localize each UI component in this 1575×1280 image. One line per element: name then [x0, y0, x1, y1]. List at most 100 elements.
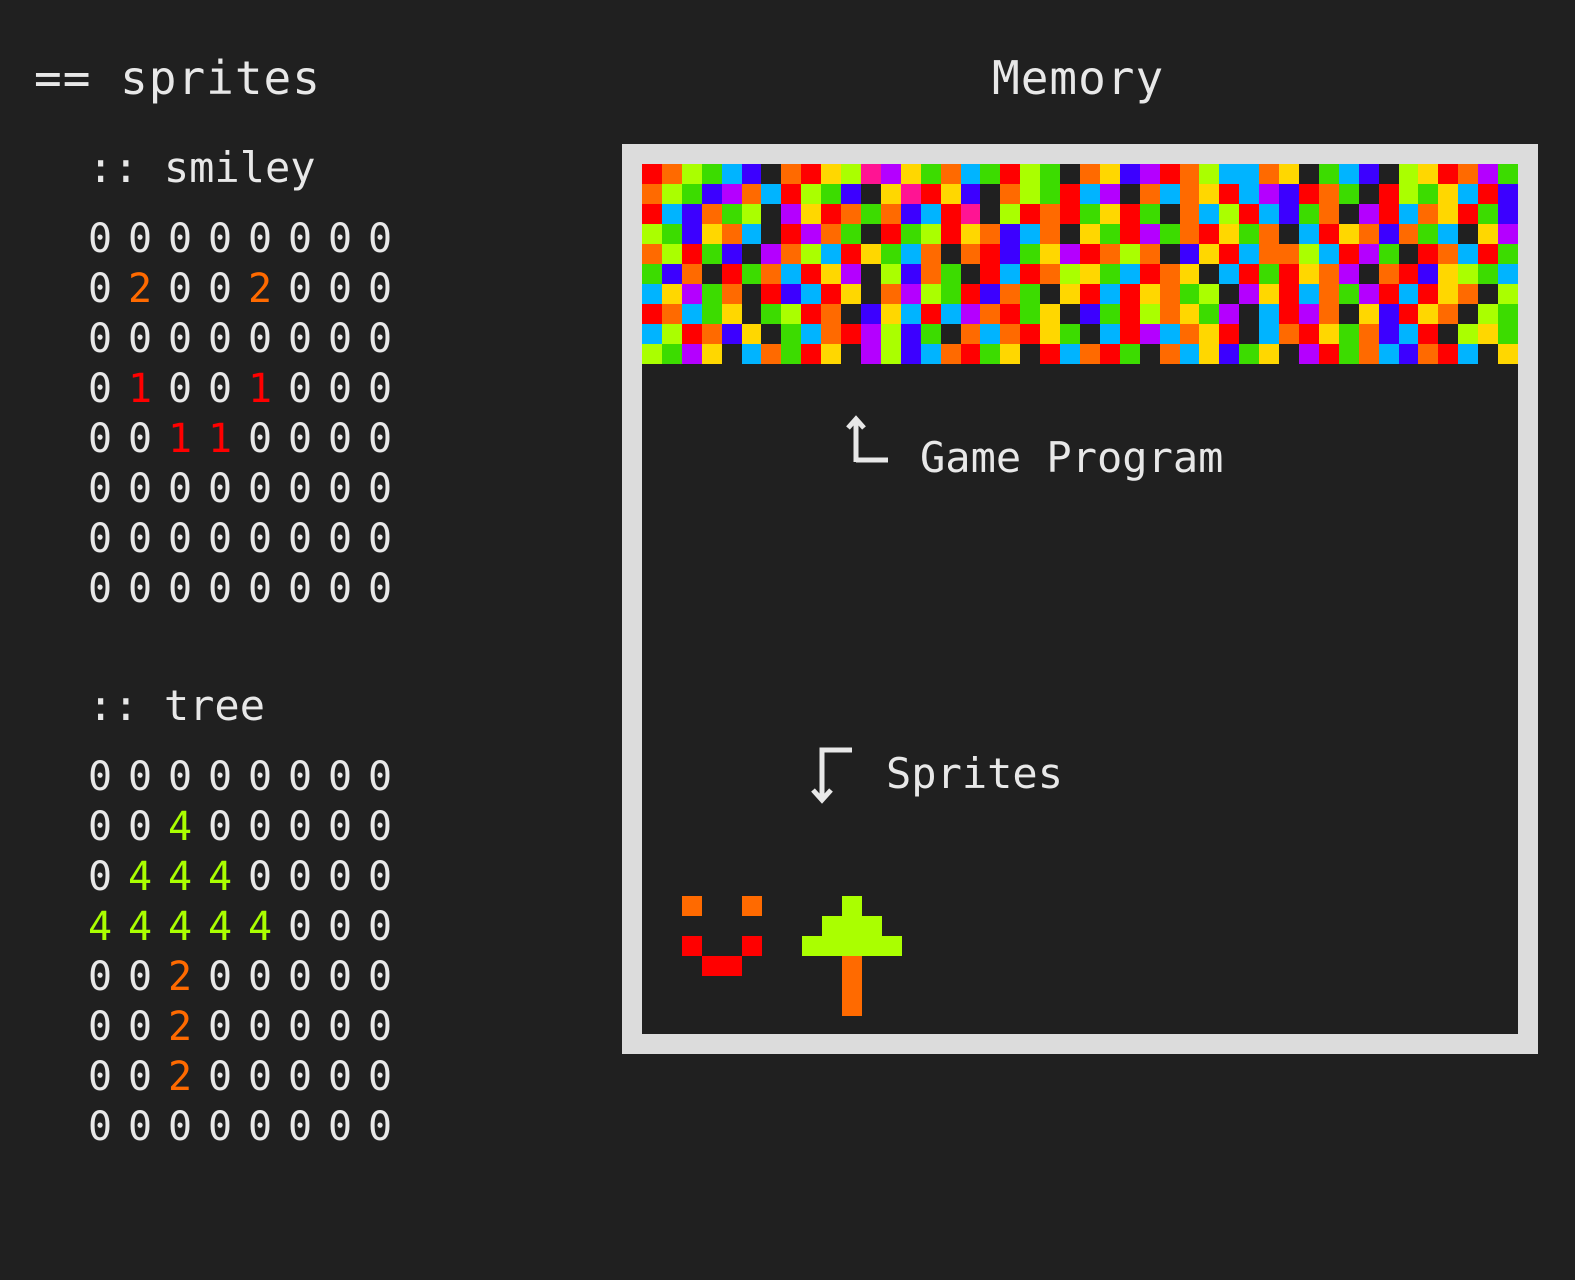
memory-cell — [1378, 164, 1399, 184]
memory-cell — [1279, 244, 1299, 264]
memory-cell — [721, 264, 742, 284]
sprite-cell: 0 — [368, 316, 393, 362]
memory-cell — [1239, 184, 1260, 204]
memory-cell — [1020, 164, 1041, 184]
memory-cell — [1298, 224, 1319, 244]
memory-cell — [1119, 164, 1140, 184]
sprite-pixel — [662, 936, 682, 956]
memory-cell — [880, 164, 901, 184]
memory-cell — [1398, 224, 1419, 244]
sprite-cell: 0 — [128, 1054, 153, 1100]
sprite-cell: 0 — [288, 516, 313, 562]
sprite-cell: 0 — [88, 566, 113, 612]
sprite-cell: 0 — [248, 466, 273, 512]
memory-cell — [900, 344, 921, 364]
memory-cell — [781, 304, 802, 324]
memory-cell — [960, 344, 981, 364]
memory-cell — [1478, 164, 1499, 184]
memory-cell — [661, 184, 682, 204]
memory-cell — [1398, 324, 1419, 344]
memory-cell — [1060, 264, 1080, 284]
memory-cell — [980, 264, 1001, 284]
memory-cell — [1159, 244, 1180, 264]
memory-cell — [1079, 284, 1100, 304]
memory-cell — [940, 224, 961, 244]
sprite-cell: 0 — [328, 904, 353, 950]
sprite-definition-tree: :: tree 00000000004000000444000044444000… — [88, 680, 408, 1152]
memory-cell — [721, 324, 742, 344]
memory-cell — [960, 164, 981, 184]
memory-cell — [1378, 184, 1399, 204]
memory-cell — [960, 264, 981, 284]
memory-cell — [940, 264, 961, 284]
memory-cell — [1298, 184, 1319, 204]
memory-cell — [821, 344, 842, 364]
memory-cell — [1079, 324, 1100, 344]
memory-cell — [1079, 204, 1100, 224]
memory-cell — [1259, 284, 1280, 304]
memory-cell — [1040, 264, 1061, 284]
memory-cell — [781, 284, 802, 304]
memory-cell — [1079, 184, 1100, 204]
memory-cell — [940, 324, 961, 344]
sprite-pixel — [702, 896, 722, 916]
sprite-cell: 0 — [128, 954, 153, 1000]
memory-cell — [642, 244, 662, 264]
memory-cell — [642, 304, 662, 324]
memory-title: Memory — [992, 51, 1165, 105]
memory-cell — [1000, 184, 1021, 204]
sprite-cell: 0 — [128, 566, 153, 612]
memory-cell — [701, 284, 722, 304]
memory-cell — [1239, 224, 1260, 244]
memory-cell — [960, 244, 981, 264]
memory-cell — [642, 324, 662, 344]
memory-cell — [1000, 204, 1021, 224]
memory-cell — [1458, 224, 1479, 244]
memory-cell — [920, 224, 941, 244]
memory-cell — [841, 324, 861, 344]
sprite-cell: 0 — [208, 216, 233, 262]
memory-cell — [1259, 224, 1280, 244]
memory-cell — [1358, 224, 1379, 244]
memory-cell — [681, 184, 702, 204]
memory-cell — [1079, 164, 1100, 184]
sprite-cell: 1 — [128, 366, 153, 412]
sprite-pixel — [882, 976, 902, 996]
memory-cell — [1079, 244, 1100, 264]
sprite-cell: 0 — [168, 316, 193, 362]
sprite-cell: 0 — [368, 266, 393, 312]
sprite-cell: 0 — [288, 466, 313, 512]
memory-cell — [1438, 224, 1459, 244]
sprite-pixel — [842, 896, 862, 916]
memory-cell — [1159, 224, 1180, 244]
sprite-cell: 0 — [368, 466, 393, 512]
memory-cell — [1139, 224, 1160, 244]
memory-cell — [1139, 284, 1160, 304]
memory-cell — [1398, 204, 1419, 224]
memory-cell — [900, 304, 921, 324]
memory-cell — [721, 204, 742, 224]
sprite-cell: 0 — [128, 1104, 153, 1150]
sprite-pixel — [822, 916, 842, 936]
sprite-cell: 0 — [208, 804, 233, 850]
sprite-pixel — [862, 956, 882, 976]
memory-cell — [1060, 324, 1080, 344]
memory-cell — [980, 184, 1001, 204]
memory-cell — [1418, 324, 1439, 344]
memory-cell — [1219, 344, 1240, 364]
sprite-pixel — [702, 936, 722, 956]
memory-cell — [980, 164, 1001, 184]
memory-cell — [980, 284, 1001, 304]
memory-cell — [1418, 204, 1439, 224]
memory-cell — [880, 264, 901, 284]
memory-cell — [781, 324, 802, 344]
sprite-pixel — [742, 976, 762, 996]
memory-cell — [1438, 284, 1459, 304]
memory-cell — [1199, 204, 1220, 224]
memory-cell — [1179, 344, 1200, 364]
sprite-cell: 0 — [288, 954, 313, 1000]
memory-cell — [1119, 284, 1140, 304]
sprite-cell: 0 — [88, 804, 113, 850]
memory-cell — [1458, 204, 1479, 224]
memory-cell — [1338, 244, 1359, 264]
